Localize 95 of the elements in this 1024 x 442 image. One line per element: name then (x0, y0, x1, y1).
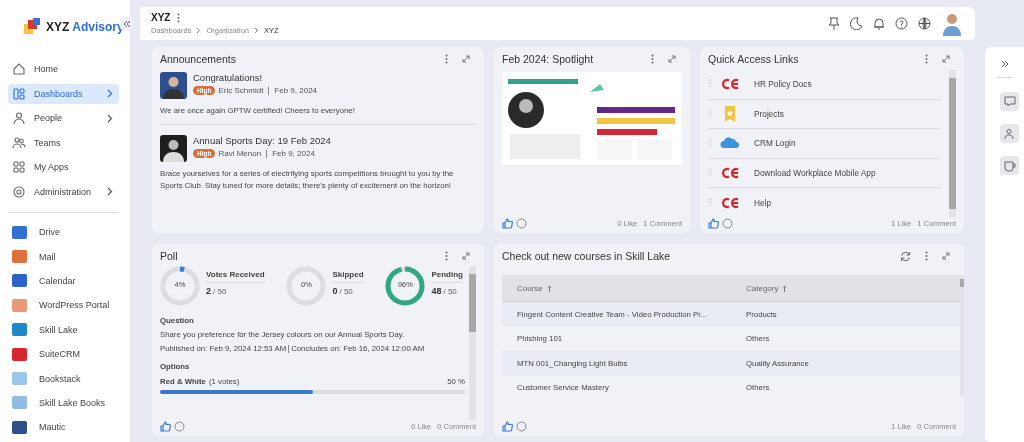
quick-link[interactable]: Help (708, 188, 941, 217)
nav-item[interactable]: People (8, 108, 119, 129)
card-title: Announcements (160, 53, 236, 65)
date: Feb 9, 2024 (272, 149, 315, 158)
expand-icon[interactable] (462, 55, 470, 63)
chevron-icon (196, 27, 202, 34)
team-icon (12, 135, 26, 150)
announcement-title[interactable]: Congratulations! (193, 72, 318, 83)
date: Feb 9, 2024 (274, 86, 318, 95)
person-icon (12, 111, 26, 126)
person-icon (1003, 127, 1016, 140)
stat-count: 0 (332, 286, 338, 296)
nav-item[interactable]: Administration (8, 181, 119, 202)
chat-button[interactable] (1000, 92, 1019, 111)
like-icon[interactable] (160, 420, 171, 432)
kebab-icon[interactable] (177, 12, 181, 23)
comment-icon[interactable] (722, 217, 733, 229)
like-icon[interactable] (502, 217, 513, 229)
refresh-icon[interactable] (900, 250, 911, 262)
nav-item[interactable]: Dashboards (8, 83, 119, 104)
double-chevron-icon (122, 19, 131, 28)
logo-icon (22, 18, 42, 36)
stat-total: / 50 (443, 287, 457, 296)
quick-link[interactable]: HR Policy Docs (708, 70, 941, 100)
scrollbar[interactable] (469, 266, 476, 420)
kebab-icon[interactable] (445, 251, 448, 261)
bell-icon[interactable] (873, 17, 885, 30)
sort-icon (782, 284, 788, 292)
scrollbar[interactable] (949, 70, 956, 217)
nav-item[interactable]: My Apps (8, 157, 119, 178)
moon-icon[interactable] (850, 17, 863, 30)
chevron-icon (254, 27, 259, 34)
stat-total: / 50 (339, 287, 353, 296)
page-title: XYZ (151, 12, 171, 23)
donut-gauge (385, 266, 426, 306)
quick-link[interactable]: CRM Login (708, 129, 941, 159)
comment-icon[interactable] (516, 420, 527, 432)
expand-icon[interactable] (462, 252, 470, 260)
app-item[interactable]: Drive (12, 223, 130, 242)
app-item[interactable]: Skill Lake Books (12, 393, 130, 413)
cup-icon (1003, 159, 1016, 172)
card-title: Quick Access Links (708, 53, 799, 65)
brand-name: XYZ (46, 20, 70, 34)
stat-label: Votes Received (206, 270, 265, 283)
admin-icon (12, 184, 26, 199)
kebab-icon[interactable] (925, 251, 928, 261)
stat-count: 48 (431, 286, 442, 296)
app-item[interactable]: Calendar (12, 271, 130, 291)
nav-item[interactable]: Home (8, 59, 119, 80)
collapse-button[interactable] (120, 17, 133, 30)
people-button[interactable] (1000, 124, 1019, 143)
quick-link[interactable]: Download Workplace Mobile App (708, 158, 941, 189)
help-icon[interactable] (895, 17, 908, 30)
author: Ravi Menon (218, 149, 262, 158)
announcement-title[interactable]: Annual Sports Day: 19 Feb 2024 (193, 135, 331, 146)
column-header[interactable]: Category (731, 283, 960, 293)
globe-icon[interactable] (918, 17, 931, 30)
card-title: Check out new courses in Skill Lake (502, 250, 671, 262)
brand-accent: Advisory (72, 20, 124, 34)
quick-link[interactable]: Projects (708, 99, 941, 130)
donut-gauge (160, 266, 200, 306)
kebab-icon[interactable] (925, 54, 928, 64)
app-item[interactable]: Skill Lake (12, 320, 130, 339)
chat-icon (1003, 95, 1016, 108)
kebab-icon[interactable] (445, 54, 448, 64)
stat-count: 2 (206, 286, 211, 296)
card-title: Feb 2024: Spotlight (502, 53, 594, 65)
expand-panel-icon[interactable] (1000, 60, 1009, 68)
card-title: Poll (160, 250, 178, 262)
stat-total: / 50 (213, 287, 227, 296)
app-item[interactable]: Mail (12, 247, 130, 266)
author: Eric Schmidt (218, 86, 264, 95)
apps-icon (12, 160, 26, 175)
expand-icon[interactable] (942, 55, 950, 63)
like-icon[interactable] (708, 217, 719, 229)
app-item[interactable]: Bookstack (12, 369, 130, 388)
sort-icon (546, 284, 552, 292)
home-icon (12, 62, 26, 77)
pin-icon[interactable] (828, 16, 840, 31)
app-item[interactable]: Mautic (12, 418, 130, 437)
expand-icon[interactable] (668, 55, 676, 63)
cup-button[interactable] (1000, 156, 1019, 175)
stat-label: Pending (431, 270, 463, 283)
kebab-icon[interactable] (651, 54, 654, 64)
nav-item[interactable]: Teams (8, 132, 119, 153)
comment-icon[interactable] (174, 420, 185, 432)
avatar-icon[interactable] (941, 11, 963, 36)
comment-icon[interactable] (516, 217, 527, 229)
dashboard-icon (12, 86, 26, 101)
stat-label: Skipped (332, 270, 364, 283)
app-item[interactable]: WordPress Portal (12, 296, 130, 315)
like-icon[interactable] (502, 420, 513, 432)
expand-icon[interactable] (942, 252, 950, 260)
app-item[interactable]: SuiteCRM (12, 344, 130, 364)
column-header[interactable]: Course (502, 283, 731, 293)
